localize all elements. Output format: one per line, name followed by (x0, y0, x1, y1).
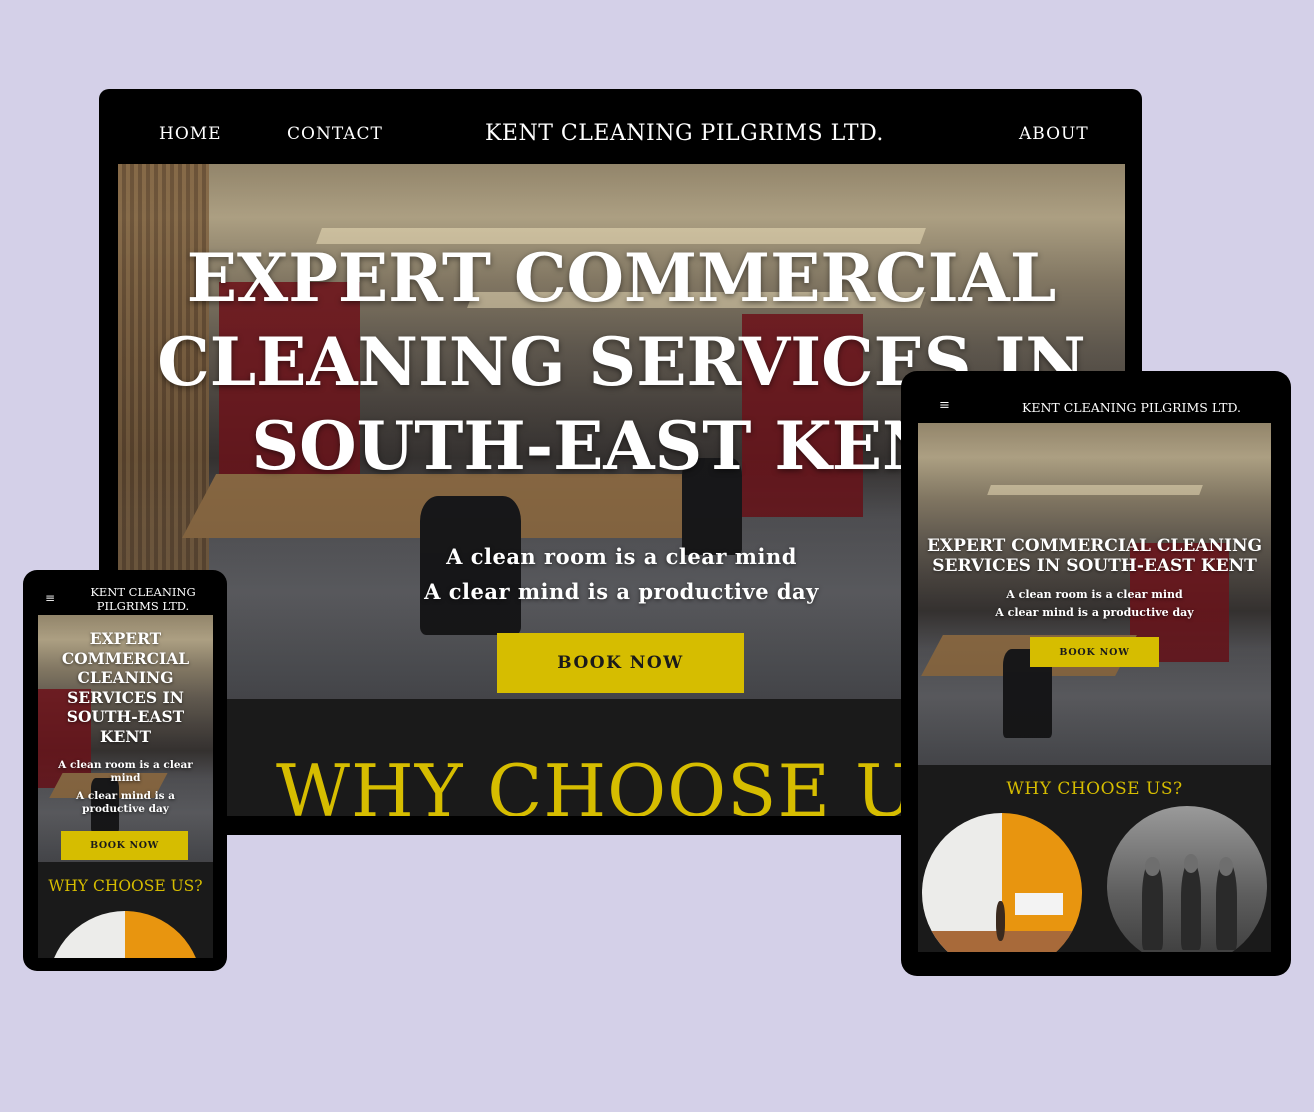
phone-navbar: ≡ KENT CLEANING PILGRIMS LTD. (23, 570, 227, 615)
nav-contact-link[interactable]: CONTACT (287, 124, 383, 144)
brand-logo-text[interactable]: KENT CLEANING PILGRIMS LTD. (485, 121, 884, 146)
tablet-viewport: EXPERT COMMERCIAL CLEANING SERVICES IN S… (918, 423, 1271, 952)
why-choose-us-heading: WHY CHOOSE US? (1006, 779, 1183, 799)
nav-about-link[interactable]: ABOUT (1019, 124, 1089, 144)
phone-viewport: EXPERT COMMERCIAL CLEANING SERVICES IN S… (38, 615, 213, 958)
hero-tagline-1: A clean room is a clear mind (58, 759, 193, 784)
nav-home-link[interactable]: HOME (159, 124, 222, 144)
book-now-button[interactable]: BOOK NOW (497, 633, 744, 693)
brand-logo-text[interactable]: KENT CLEANING PILGRIMS LTD. (83, 585, 203, 613)
hero-tagline-2: A clear mind is a productive day (76, 790, 175, 815)
hamburger-menu-icon[interactable]: ≡ (939, 398, 950, 413)
hero-tagline-2: A clear mind is a productive day (995, 606, 1194, 619)
hero-tagline-1: A clean room is a clear mind (1006, 588, 1183, 601)
hamburger-menu-icon[interactable]: ≡ (45, 591, 55, 605)
tablet-navbar: ≡ KENT CLEANING PILGRIMS LTD. (901, 371, 1291, 423)
hero-heading: EXPERT COMMERCIAL CLEANING SERVICES IN S… (61, 629, 190, 746)
desktop-navbar: HOME CONTACT KENT CLEANING PILGRIMS LTD.… (99, 89, 1142, 164)
tablet-device-frame: ≡ KENT CLEANING PILGRIMS LTD. EXPERT COM… (901, 371, 1291, 976)
feature-team-image (1107, 806, 1267, 952)
feature-room-image (48, 911, 202, 958)
hero-heading: EXPERT COMMERCIAL CLEANING SERVICES IN S… (926, 536, 1263, 576)
book-now-button[interactable]: BOOK NOW (61, 831, 188, 860)
why-choose-us-heading: WHY CHOOSE US? (48, 877, 203, 895)
book-now-button[interactable]: BOOK NOW (1030, 637, 1159, 667)
feature-room-image (922, 813, 1082, 952)
phone-device-frame: ≡ KENT CLEANING PILGRIMS LTD. EXPERT COM… (23, 570, 227, 971)
brand-logo-text[interactable]: KENT CLEANING PILGRIMS LTD. (1022, 400, 1241, 415)
